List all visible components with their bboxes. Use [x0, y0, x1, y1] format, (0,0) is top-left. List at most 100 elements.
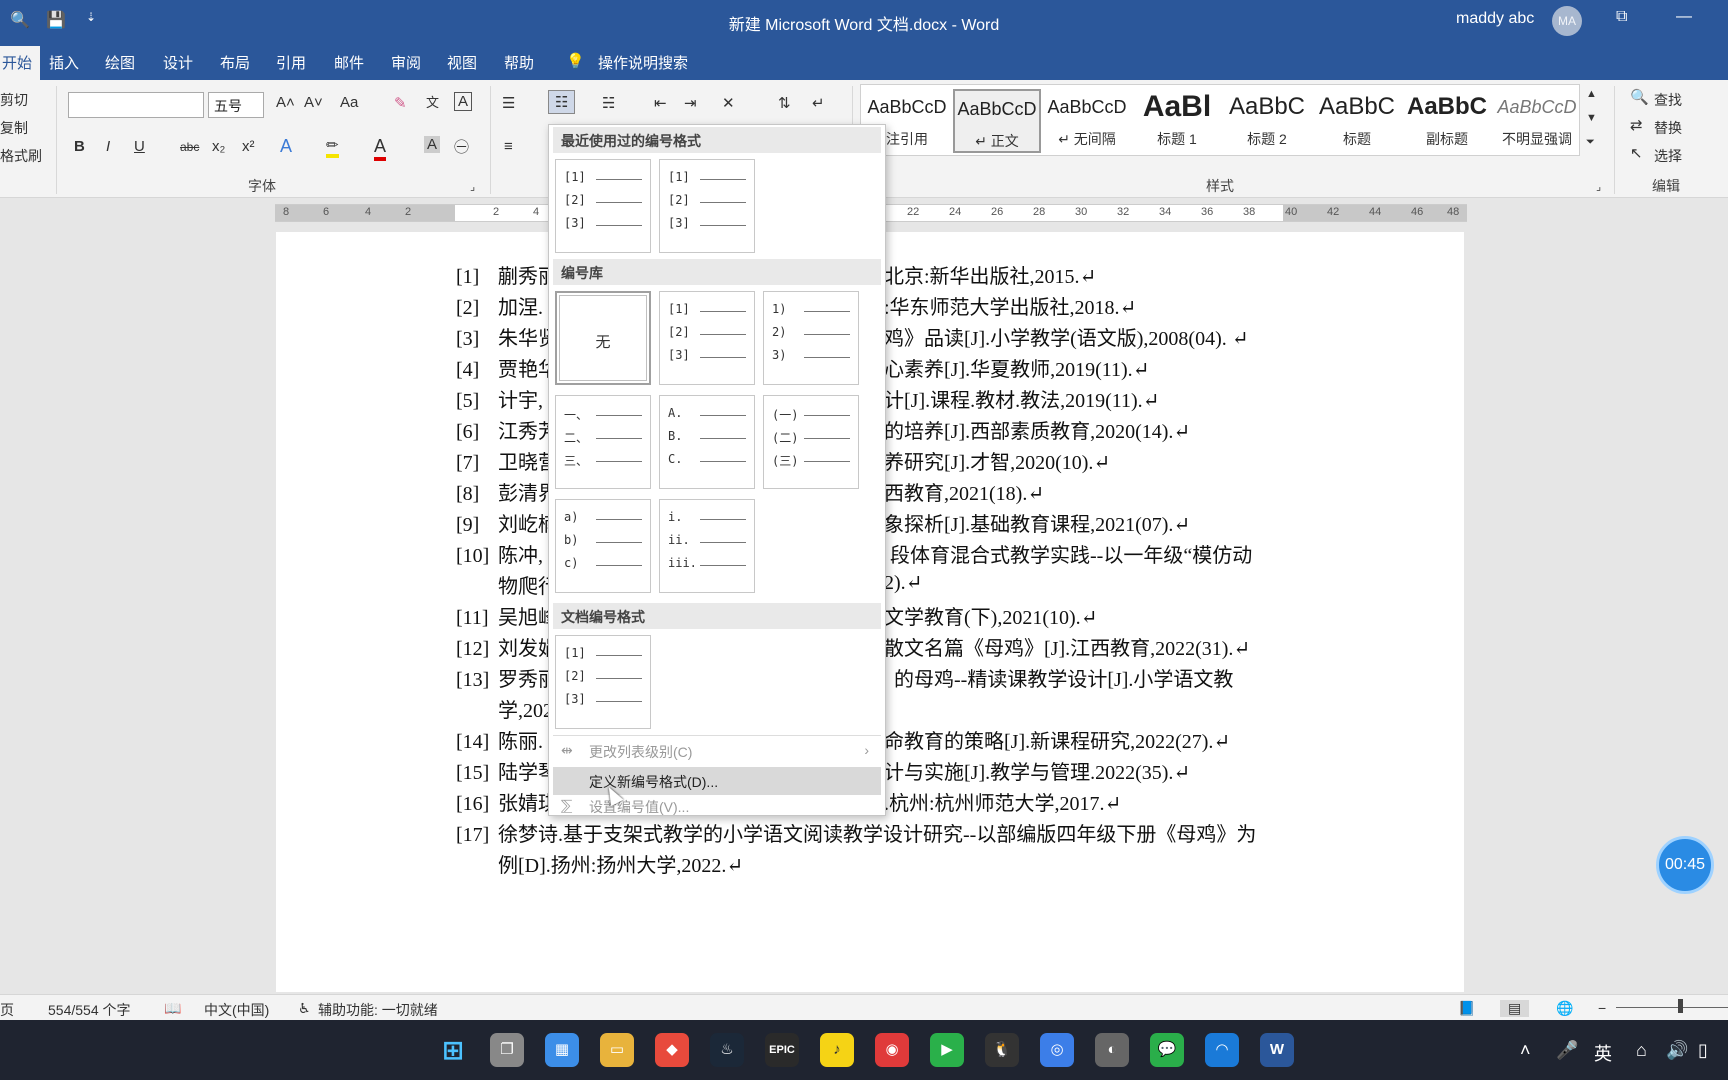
music-app-icon[interactable]: ♪ — [820, 1033, 854, 1067]
microphone-icon[interactable]: 🎤 — [1556, 1040, 1578, 1061]
tab-draw[interactable]: 绘图 — [105, 52, 135, 73]
cut-button[interactable]: 剪切 — [0, 90, 28, 110]
copy-button[interactable]: 复制 — [0, 118, 28, 138]
styles-scroll-down-icon[interactable]: ▼ — [1586, 112, 1597, 124]
format-painter-button[interactable]: 格式刷 — [0, 146, 42, 166]
numbering-format-paren[interactable]: 1) 2) 3) — [763, 291, 859, 385]
find-icon[interactable]: 🔍 — [1630, 88, 1649, 106]
style-normal[interactable]: AaBbCcD ↵ 正文 — [953, 89, 1041, 153]
volume-icon[interactable]: 🔊 — [1666, 1040, 1688, 1061]
network-icon[interactable]: ⌂ — [1636, 1040, 1647, 1061]
search-app-icon[interactable]: ◐ — [1095, 1033, 1129, 1067]
user-name[interactable]: maddy abc — [1456, 10, 1534, 28]
styles-more-icon[interactable]: ⏷ — [1586, 136, 1595, 149]
word-icon[interactable]: W — [1260, 1033, 1294, 1067]
character-shading-icon[interactable]: A — [424, 136, 441, 153]
bullets-icon[interactable]: ☰ — [502, 94, 515, 112]
style-no-spacing[interactable]: AaBbCcD ↵ 无间隔 — [1043, 89, 1131, 153]
numbering-format-recent-brackets[interactable]: [1] [2] [3] — [555, 159, 651, 253]
sort-icon[interactable]: ⇅ — [778, 94, 791, 112]
epic-games-icon[interactable]: EPIC — [765, 1033, 799, 1067]
clear-formatting-icon[interactable]: ✎ — [394, 94, 407, 112]
chevron-up-icon[interactable]: ˄ — [1520, 1040, 1531, 1061]
change-list-level-item[interactable]: ⇹ 更改列表级别(C) › — [553, 737, 881, 765]
styles-dialog-launcher-icon[interactable]: ⌟ — [1596, 180, 1601, 193]
select-button[interactable]: 选择 — [1654, 146, 1682, 166]
tab-references[interactable]: 引用 — [276, 52, 306, 73]
font-color-icon[interactable]: A — [374, 136, 387, 161]
highlight-color-icon[interactable]: ✏ — [326, 136, 339, 158]
numbering-format-recent-brackets[interactable]: [1] [2] [3] — [659, 159, 755, 253]
underline-button[interactable]: U — [134, 138, 145, 155]
find-button[interactable]: 查找 — [1654, 90, 1682, 110]
font-dialog-launcher-icon[interactable]: ⌟ — [470, 180, 475, 193]
multilevel-list-icon[interactable]: ☵ — [602, 94, 615, 112]
font-size-combo[interactable]: 五号 — [208, 92, 264, 118]
page-indicator[interactable]: 页 — [0, 1000, 14, 1020]
text-effects-icon[interactable]: A — [280, 136, 292, 157]
wechat-icon[interactable]: 💬 — [1150, 1033, 1184, 1067]
replace-icon[interactable]: ⇄ — [1630, 116, 1643, 134]
edge-icon[interactable]: ◠ — [1205, 1033, 1239, 1067]
zoom-slider-thumb[interactable] — [1678, 999, 1683, 1013]
numbering-format-upper-alpha[interactable]: A. B. C. — [659, 395, 755, 489]
recording-timer[interactable]: 00:45 — [1656, 836, 1714, 894]
file-explorer-icon[interactable]: ▭ — [600, 1033, 634, 1067]
meeting-app-icon[interactable]: ◎ — [1040, 1033, 1074, 1067]
align-left-icon[interactable]: ≡ — [504, 138, 513, 155]
battery-icon[interactable]: ▯ — [1698, 1040, 1708, 1061]
numbering-format-none[interactable]: 无 — [555, 291, 651, 385]
tab-mailings[interactable]: 邮件 — [334, 52, 364, 73]
accessibility-status[interactable]: 辅助功能: 一切就绪 — [318, 1000, 438, 1020]
web-layout-icon[interactable]: 🌐 — [1556, 1000, 1573, 1017]
select-icon[interactable]: ↖ — [1630, 144, 1643, 162]
word-count[interactable]: 554/554 个字 — [48, 1000, 131, 1020]
qq-icon[interactable]: 🐧 — [985, 1033, 1019, 1067]
enclose-characters-icon[interactable]: ㊀ — [454, 136, 469, 157]
tab-view[interactable]: 视图 — [447, 52, 477, 73]
set-numbering-value-item[interactable]: ⅀ 设置编号值(V)... — [553, 795, 881, 817]
minimize-icon[interactable]: — — [1676, 8, 1692, 26]
style-heading-1[interactable]: AaBl 标题 1 — [1133, 89, 1221, 153]
change-case-icon[interactable]: Aa — [340, 94, 358, 111]
print-layout-icon[interactable]: ▤ — [1500, 1000, 1530, 1017]
windows-start-icon[interactable]: ⊞ — [436, 1033, 470, 1067]
style-subtle-emphasis[interactable]: AaBbCcD 不明显强调 — [1493, 89, 1581, 153]
numbering-format-roman[interactable]: i. ii. iii. — [659, 499, 755, 593]
strikethrough-button[interactable]: abc — [180, 140, 199, 154]
tab-layout[interactable]: 布局 — [220, 52, 250, 73]
style-heading-2[interactable]: AaBbC 标题 2 — [1223, 89, 1311, 153]
language-indicator[interactable]: 中文(中国) — [204, 1000, 269, 1020]
tab-design[interactable]: 设计 — [163, 52, 193, 73]
replace-button[interactable]: 替换 — [1654, 118, 1682, 138]
grow-font-icon[interactable]: A˄ — [276, 94, 295, 111]
netease-music-icon[interactable]: ◉ — [875, 1033, 909, 1067]
app-diamond-icon[interactable]: ◆ — [655, 1033, 689, 1067]
media-player-icon[interactable]: ▶ — [930, 1033, 964, 1067]
character-scaling-icon[interactable]: ✕ — [722, 94, 735, 112]
phonetic-guide-icon[interactable]: 文 — [426, 92, 439, 111]
numbering-format-chinese-paren[interactable]: (一) (二) (三) — [763, 395, 859, 489]
style-title[interactable]: AaBbC 标题 — [1313, 89, 1401, 153]
steam-icon[interactable]: ♨ — [710, 1033, 744, 1067]
font-name-combo[interactable] — [68, 92, 204, 118]
proofing-icon[interactable]: 📖 — [164, 1000, 181, 1017]
task-view-icon[interactable]: ❐ — [490, 1033, 524, 1067]
zoom-out-icon[interactable]: − — [1598, 1000, 1606, 1016]
decrease-indent-icon[interactable]: ⇤ — [654, 94, 667, 112]
superscript-button[interactable]: x² — [242, 138, 255, 155]
show-marks-icon[interactable]: ↵ — [812, 94, 825, 112]
read-mode-icon[interactable]: 📘 — [1458, 1000, 1475, 1017]
character-border-icon[interactable]: A — [454, 92, 473, 111]
tab-review[interactable]: 审阅 — [391, 52, 421, 73]
numbering-format-document-brackets[interactable]: [1] [2] [3] — [555, 635, 651, 729]
tab-help[interactable]: 帮助 — [504, 52, 534, 73]
numbering-format-lower-alpha[interactable]: a) b) c) — [555, 499, 651, 593]
avatar[interactable]: MA — [1552, 6, 1582, 36]
shrink-font-icon[interactable]: A˅ — [304, 94, 323, 111]
numbering-format-brackets[interactable]: [1] [2] [3] — [659, 291, 755, 385]
subscript-button[interactable]: x₂ — [212, 138, 225, 155]
numbering-icon[interactable]: ☷ — [548, 90, 576, 114]
tab-insert[interactable]: 插入 — [49, 52, 79, 73]
bold-button[interactable]: B — [74, 138, 85, 155]
